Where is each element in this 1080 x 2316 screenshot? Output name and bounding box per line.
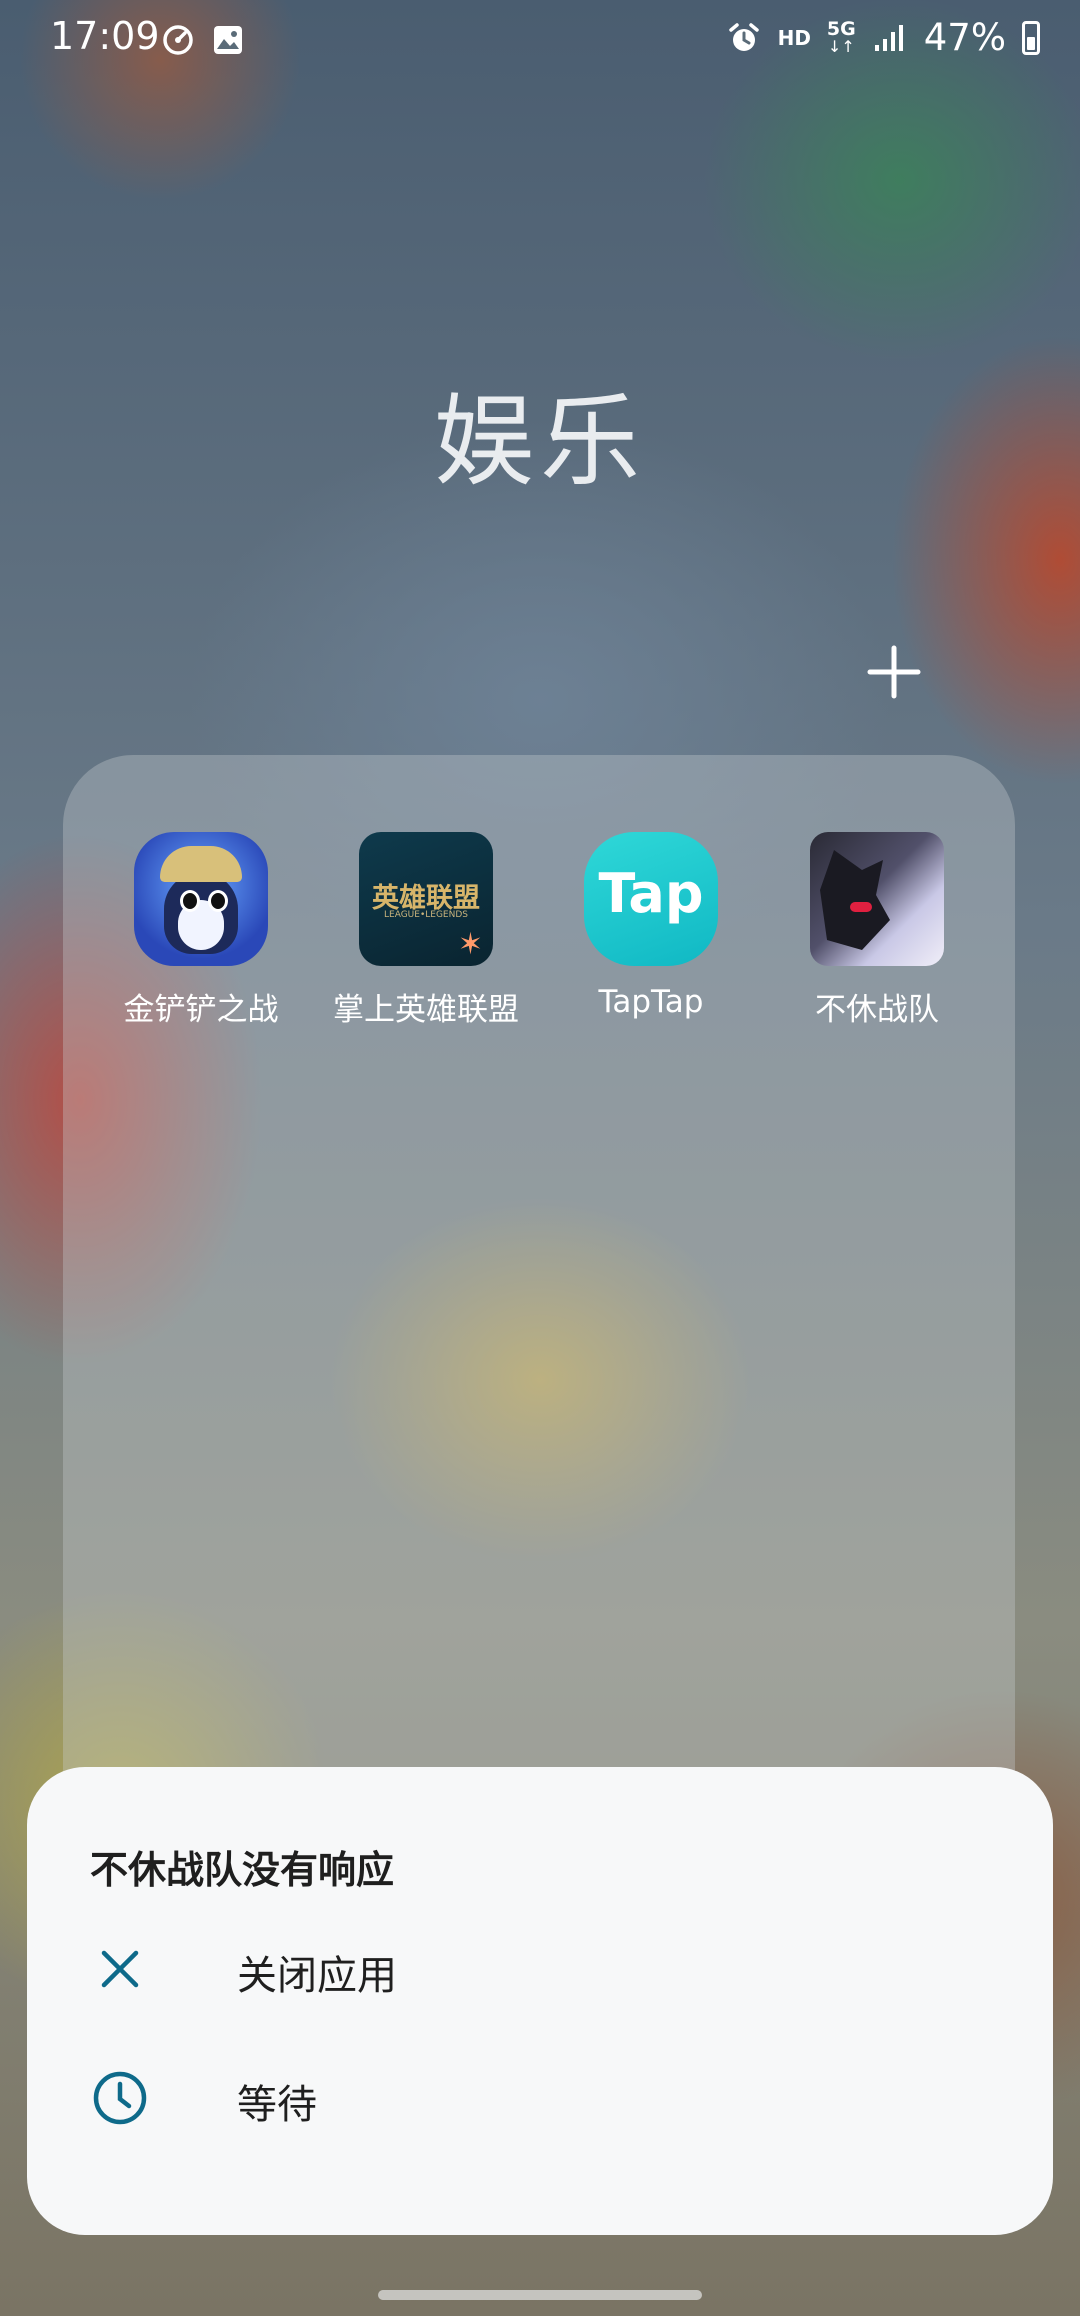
signal-icon (872, 20, 908, 56)
app-label: 掌上英雄联盟 (333, 992, 519, 1028)
alarm-icon (726, 20, 762, 56)
app-not-responding-dialog: 不休战队没有响应 关闭应用 等待 (27, 1767, 1053, 2235)
status-right: HD 5G ↓↑ 47% (726, 16, 1040, 59)
status-left-icons (160, 22, 246, 58)
close-app-button[interactable]: 关闭应用 (27, 1909, 1053, 2029)
taptap-icon-text: Tap (598, 862, 704, 925)
taptap-app-icon: Tap (584, 832, 718, 966)
wait-button[interactable]: 等待 (27, 2038, 1053, 2158)
buxiuzhandui-app-icon (810, 832, 944, 966)
5g-icon: 5G ↓↑ (826, 17, 856, 56)
app-label: TapTap (598, 984, 704, 1020)
dialog-title: 不休战队没有响应 (90, 1848, 395, 1892)
app-label: 金铲铲之战 (123, 992, 279, 1028)
app-jinchanchan[interactable]: 金铲铲之战 (91, 832, 311, 1029)
battery-percent: 47% (923, 16, 1006, 59)
clock-icon (90, 2068, 150, 2128)
folder-title[interactable]: 娱乐 (0, 360, 1080, 505)
app-buxiuzhandui[interactable]: 不休战队 (767, 832, 987, 1029)
app-zhangshang-lol[interactable]: 英雄联盟 LEAGUE•LEGENDS ✶ 掌上英雄联盟 (316, 832, 536, 1029)
app-taptap[interactable]: Tap TapTap (541, 832, 761, 1020)
wait-label: 等待 (237, 2082, 317, 2128)
battery-icon (1022, 20, 1040, 55)
status-bar: 17:09 HD 5G ↓↑ 47% (0, 0, 1080, 84)
5g-label: 5G (826, 17, 856, 40)
lol-icon-subtext: LEAGUE•LEGENDS (384, 910, 468, 920)
add-app-button[interactable] (862, 640, 926, 704)
lol-app-icon: 英雄联盟 LEAGUE•LEGENDS ✶ (359, 832, 493, 966)
gesture-nav-handle[interactable] (378, 2290, 702, 2300)
close-app-label: 关闭应用 (237, 1953, 397, 1999)
gallery-icon (210, 22, 246, 58)
speedometer-icon (160, 22, 196, 58)
data-arrows-icon: ↓↑ (827, 36, 855, 56)
hd-icon: HD (777, 25, 811, 50)
status-time: 17:09 (50, 14, 160, 58)
star-icon: ✶ (457, 927, 483, 962)
app-label: 不休战队 (815, 992, 939, 1028)
plus-icon (867, 645, 921, 699)
close-icon (90, 1939, 150, 1999)
jinchanchan-app-icon (134, 832, 268, 966)
